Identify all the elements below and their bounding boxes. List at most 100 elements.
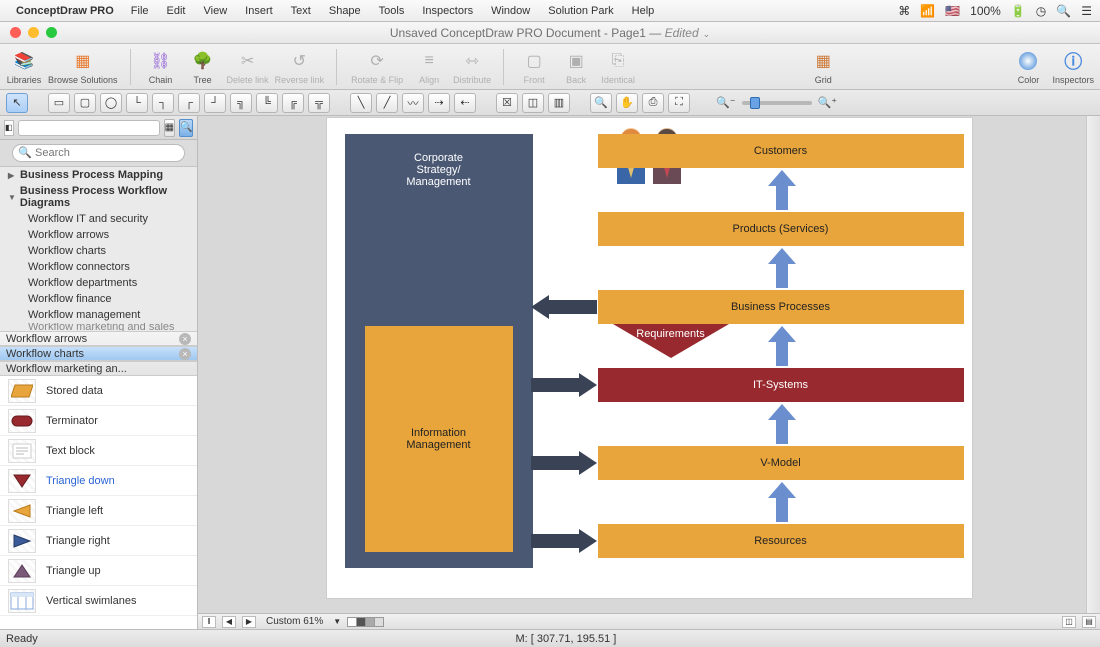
page-next[interactable]: ▶	[242, 616, 256, 628]
identical-button[interactable]: ⎘Identical	[600, 49, 636, 85]
band-it[interactable]: IT-Systems	[598, 368, 964, 402]
view-mode-1[interactable]: ◫	[1062, 616, 1076, 628]
menu-icon[interactable]: ☰	[1081, 4, 1092, 18]
lib-tag[interactable]: ◧	[4, 120, 14, 136]
search-view-button[interactable]: 🔍	[179, 119, 193, 137]
inspectors-button[interactable]: ⓘInspectors	[1052, 49, 1094, 85]
left-arrow-4[interactable]	[531, 529, 597, 551]
tree-button[interactable]: 🌳Tree	[185, 49, 221, 85]
tree-leaf-mgmt[interactable]: Workflow management	[0, 307, 197, 323]
back-button[interactable]: ▣Back	[558, 49, 594, 85]
align-button[interactable]: ≡Align	[411, 49, 447, 85]
page-color-swatches[interactable]	[347, 617, 383, 627]
line4-tool[interactable]: ⇢	[428, 93, 450, 113]
conn2-tool[interactable]: ┐	[152, 93, 174, 113]
close-icon[interactable]: ×	[179, 348, 191, 360]
ellipse-tool[interactable]: ◯	[100, 93, 122, 113]
group2-tool[interactable]: ◫	[522, 93, 544, 113]
rotate-flip-button[interactable]: ⟳Rotate & Flip	[349, 49, 405, 85]
flag-icon[interactable]: 🇺🇸	[945, 4, 960, 18]
tab-marketing[interactable]: Workflow marketing an...	[0, 361, 197, 376]
zoom-slider[interactable]: 🔍⁻ 🔍⁺	[716, 96, 837, 109]
clock-icon[interactable]: ◷	[1036, 4, 1046, 18]
band-customers[interactable]: Customers	[598, 134, 964, 168]
menu-shape[interactable]: Shape	[322, 5, 368, 17]
zoom-readout[interactable]: Custom 61%	[262, 616, 327, 627]
left-arrow-3[interactable]	[531, 451, 597, 473]
tab-charts[interactable]: Workflow charts×	[0, 346, 197, 361]
conn8-tool[interactable]: ╦	[308, 93, 330, 113]
page-first[interactable]: ‖	[202, 616, 216, 628]
shape-terminator[interactable]: Terminator	[0, 406, 197, 436]
conn7-tool[interactable]: ╔	[282, 93, 304, 113]
zoom-in-tool[interactable]: 🔍	[590, 93, 612, 113]
close-icon[interactable]: ×	[179, 333, 191, 345]
page-prev[interactable]: ◀	[222, 616, 236, 628]
menu-solution-park[interactable]: Solution Park	[541, 5, 620, 17]
pointer-tool[interactable]: ↖	[6, 93, 28, 113]
shape-triangle-right[interactable]: Triangle right	[0, 526, 197, 556]
menu-inspectors[interactable]: Inspectors	[415, 5, 480, 17]
tree-leaf-arrows[interactable]: Workflow arrows	[0, 227, 197, 243]
conn3-tool[interactable]: ┌	[178, 93, 200, 113]
close-button[interactable]	[10, 27, 21, 38]
delete-link-button[interactable]: ✂Delete link	[227, 49, 269, 85]
grid-button[interactable]: ▦Grid	[805, 49, 841, 85]
rect-tool[interactable]: ▭	[48, 93, 70, 113]
search-input[interactable]	[12, 144, 185, 162]
menu-edit[interactable]: Edit	[160, 5, 193, 17]
info-mgmt-box[interactable]: Information Management	[365, 326, 513, 552]
menu-insert[interactable]: Insert	[238, 5, 280, 17]
up-arrow-4[interactable]	[768, 404, 796, 444]
menu-tools[interactable]: Tools	[372, 5, 412, 17]
shape-triangle-left[interactable]: Triangle left	[0, 496, 197, 526]
up-arrow-1[interactable]	[768, 170, 796, 210]
reverse-link-button[interactable]: ↺Reverse link	[275, 49, 325, 85]
band-products[interactable]: Products (Services)	[598, 212, 964, 246]
tree-leaf-marketing[interactable]: Workflow marketing and sales	[0, 323, 197, 331]
tab-arrows[interactable]: Workflow arrows×	[0, 331, 197, 346]
shape-stored-data[interactable]: Stored data	[0, 376, 197, 406]
tree-node-bpwd[interactable]: ▼Business Process Workflow Diagrams	[0, 183, 197, 211]
shape-text-block[interactable]: Text block	[0, 436, 197, 466]
menu-text[interactable]: Text	[284, 5, 318, 17]
shape-triangle-up[interactable]: Triangle up	[0, 556, 197, 586]
view-mode-2[interactable]: ▤	[1082, 616, 1096, 628]
wifi-icon[interactable]: 📶	[920, 4, 935, 18]
left-arrow-1[interactable]	[531, 295, 597, 317]
line5-tool[interactable]: ⇠	[454, 93, 476, 113]
zoom-out-icon[interactable]: 🔍⁻	[716, 96, 736, 109]
line3-tool[interactable]: 〰	[402, 93, 424, 113]
lib-filter-input[interactable]	[18, 120, 160, 136]
band-bp[interactable]: Business Processes	[598, 290, 964, 324]
conn5-tool[interactable]: ╗	[230, 93, 252, 113]
up-arrow-5[interactable]	[768, 482, 796, 522]
front-button[interactable]: ▢Front	[516, 49, 552, 85]
tree-leaf-charts[interactable]: Workflow charts	[0, 243, 197, 259]
battery-icon[interactable]: 🔋	[1011, 4, 1026, 18]
menu-window[interactable]: Window	[484, 5, 537, 17]
grid-view-button[interactable]: ▦	[164, 119, 175, 137]
app-name[interactable]: ConceptDraw PRO	[16, 5, 114, 17]
distribute-button[interactable]: ⇿Distribute	[453, 49, 491, 85]
conn6-tool[interactable]: ╚	[256, 93, 278, 113]
left-arrow-2[interactable]	[531, 373, 597, 395]
color-button[interactable]: Color	[1010, 49, 1046, 85]
libraries-button[interactable]: 📚Libraries	[6, 49, 42, 85]
vertical-scrollbar[interactable]	[1086, 116, 1100, 613]
tree-leaf-it[interactable]: Workflow IT and security	[0, 211, 197, 227]
band-resources[interactable]: Resources	[598, 524, 964, 558]
tree-leaf-connectors[interactable]: Workflow connectors	[0, 259, 197, 275]
band-vmodel[interactable]: V-Model	[598, 446, 964, 480]
roundrect-tool[interactable]: ▢	[74, 93, 96, 113]
zoom-in-icon[interactable]: 🔍⁺	[818, 96, 838, 109]
menu-help[interactable]: Help	[625, 5, 662, 17]
shape-swimlanes[interactable]: Vertical swimlanes	[0, 586, 197, 616]
fit-tool[interactable]: ⛶	[668, 93, 690, 113]
page[interactable]: Corporate Strategy/ Management Informati…	[327, 118, 972, 598]
minimize-button[interactable]	[28, 27, 39, 38]
conn1-tool[interactable]: └	[126, 93, 148, 113]
up-arrow-3[interactable]	[768, 326, 796, 366]
conn4-tool[interactable]: ┘	[204, 93, 226, 113]
tree-leaf-depts[interactable]: Workflow departments	[0, 275, 197, 291]
